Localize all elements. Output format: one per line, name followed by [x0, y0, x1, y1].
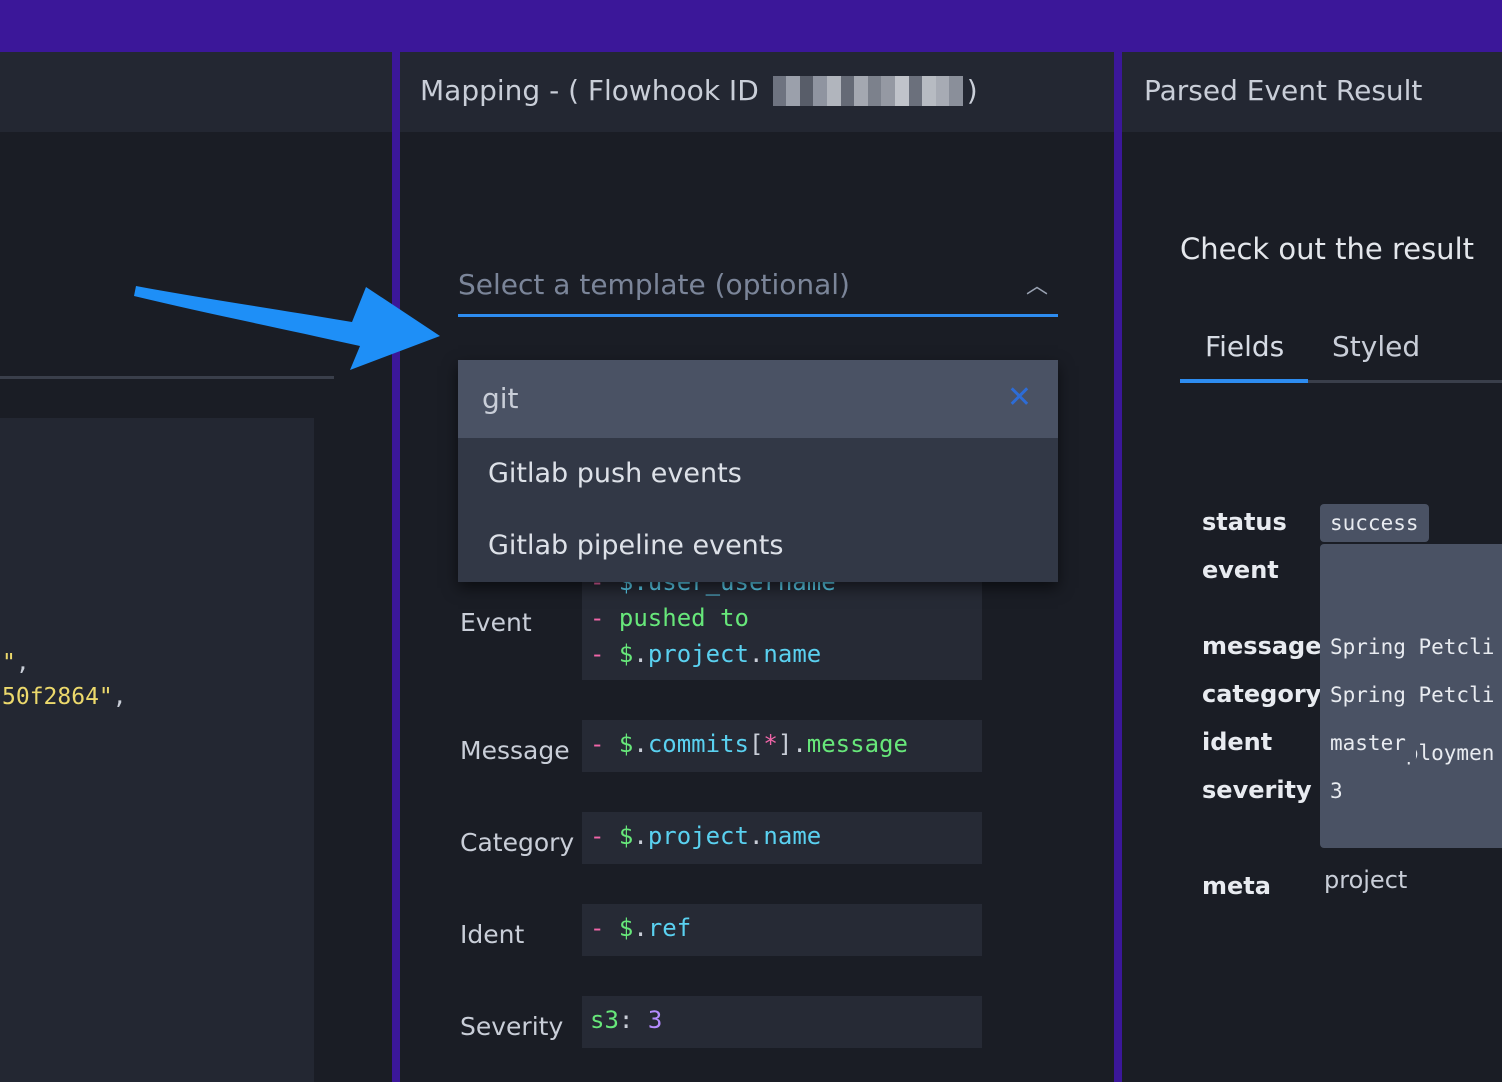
code-line: 50f2864",	[2, 684, 127, 710]
template-select[interactable]: Select a template (optional) ︿	[458, 262, 1058, 317]
result-value-status: success	[1320, 504, 1429, 542]
panel-divider	[1114, 52, 1122, 1082]
event-field-label: Event	[460, 608, 532, 637]
code-line: - $.project.name	[590, 822, 822, 850]
raw-event-code[interactable]: ", 50f2864",	[0, 418, 314, 1082]
code-line: s3: 3	[590, 1006, 663, 1034]
result-tabs: Fields Styled	[1180, 324, 1502, 383]
mapping-title-close: )	[966, 74, 978, 107]
message-field-label: Message	[460, 736, 570, 765]
mapping-panel: Mapping - ( Flowhook ID ) Select a templ…	[400, 52, 1114, 1082]
category-field-label: Category	[460, 828, 575, 857]
code-punct: ,	[112, 684, 127, 710]
top-bar	[0, 0, 1502, 52]
code-string: "	[2, 650, 16, 676]
result-subtitle: Check out the result	[1180, 232, 1474, 266]
result-panel: Parsed Event Result Check out the result…	[1122, 52, 1502, 1082]
code-line: - $.commits[*].message	[590, 730, 908, 758]
code-token: project	[647, 640, 749, 668]
raw-event-header	[0, 52, 392, 132]
chevron-up-icon[interactable]: ︿	[1026, 268, 1048, 300]
severity-field-label: Severity	[460, 1012, 564, 1041]
result-key-status: status	[1202, 508, 1287, 536]
template-search-value: git	[482, 382, 519, 415]
code-punct: ,	[15, 650, 30, 676]
result-key-event: event	[1202, 556, 1279, 584]
result-title: Parsed Event Result	[1144, 74, 1423, 107]
raw-event-panel: ", 50f2864",	[0, 52, 392, 1082]
code-token: pushed to	[618, 604, 749, 632]
code-token: 3	[647, 1006, 663, 1034]
code-line: - pushed to	[590, 604, 749, 632]
template-dropdown: git ✕ Gitlab push events Gitlab pipeline…	[458, 360, 1058, 582]
panel-divider	[392, 52, 400, 1082]
ident-field-label: Ident	[460, 920, 525, 949]
tab-fields[interactable]: Fields	[1205, 330, 1284, 363]
result-value-message: Spring Petcli	[1320, 628, 1502, 666]
code-token: message	[806, 730, 908, 758]
result-value-ident: master	[1320, 724, 1416, 762]
code-line: - $.ref	[590, 914, 692, 942]
code-token: s3	[590, 1006, 619, 1034]
active-tab-indicator	[1180, 379, 1308, 383]
result-key-message: message	[1202, 632, 1322, 660]
clear-icon[interactable]: ✕	[1007, 380, 1032, 415]
result-header: Parsed Event Result	[1122, 52, 1502, 132]
code-token: commits	[647, 730, 749, 758]
mapping-header: Mapping - ( Flowhook ID )	[400, 52, 1114, 132]
code-line: ",	[2, 650, 30, 676]
result-key-meta: meta	[1202, 872, 1271, 900]
result-key-severity: severity	[1202, 776, 1312, 804]
code-token: *	[763, 730, 778, 758]
severity-field-editor[interactable]: s3: 3	[582, 996, 982, 1048]
template-search-input[interactable]: git ✕	[458, 360, 1058, 438]
code-line: - $.project.name	[590, 640, 822, 668]
template-option[interactable]: Gitlab push events	[488, 458, 742, 489]
message-field-editor[interactable]: - $.commits[*].message	[582, 720, 982, 772]
result-value-category: Spring Petcli	[1320, 676, 1502, 714]
code-string: 50f2864"	[2, 684, 113, 710]
template-option[interactable]: Gitlab pipeline events	[488, 530, 783, 561]
tab-styled[interactable]: Styled	[1332, 330, 1420, 363]
code-token: ref	[647, 914, 692, 942]
ident-field-editor[interactable]: - $.ref	[582, 904, 982, 956]
mapping-title: Mapping - ( Flowhook ID )	[420, 74, 978, 107]
code-token: name	[763, 822, 822, 850]
result-key-category: category	[1202, 680, 1322, 708]
code-token: name	[763, 640, 822, 668]
template-select-placeholder: Select a template (optional)	[458, 268, 850, 301]
redacted-flowhook-id	[772, 75, 963, 106]
code-token: project	[647, 822, 749, 850]
result-key-ident: ident	[1202, 728, 1273, 756]
mapping-title-text: Mapping - ( Flowhook ID	[420, 74, 759, 107]
result-value-meta: project	[1324, 866, 1408, 894]
result-value-severity: 3	[1320, 772, 1353, 810]
category-field-editor[interactable]: - $.project.name	[582, 812, 982, 864]
raw-event-divider	[0, 376, 334, 379]
